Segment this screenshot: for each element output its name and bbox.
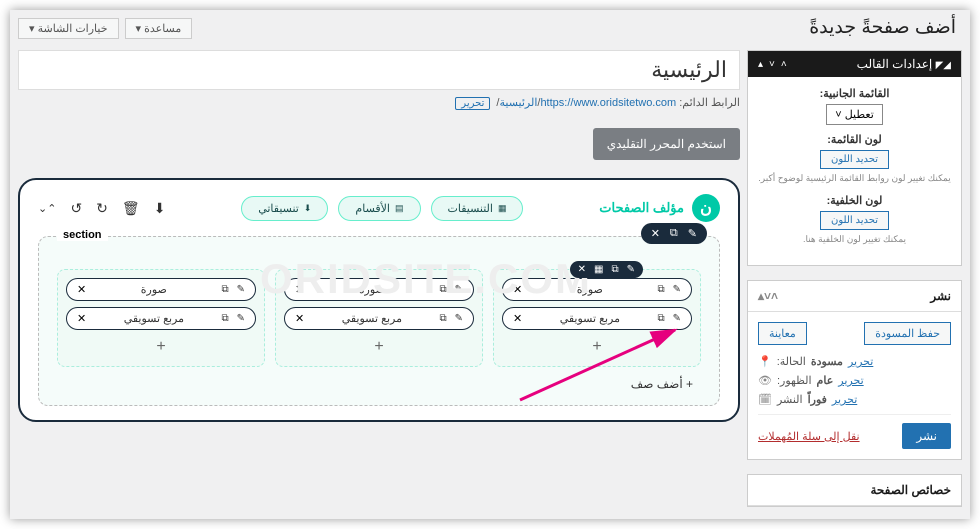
menu-color-label: لون القائمة:	[758, 133, 951, 146]
add-row-button[interactable]: + أضف صف	[57, 377, 701, 391]
section-close-icon[interactable]: ✕	[651, 227, 660, 240]
builder-section: section ✎ ⧉ ✕ ✎ ⧉ ▦ ✕ ✎⧉ صورة	[38, 236, 720, 406]
elem-edit-icon[interactable]: ✎	[455, 313, 463, 324]
panel-up-icon[interactable]: ˄	[781, 59, 787, 70]
section-copy-icon[interactable]: ⧉	[670, 227, 678, 240]
elem-edit-icon[interactable]: ✎	[237, 284, 245, 295]
row-copy-icon[interactable]: ⧉	[611, 264, 618, 275]
panel-title: ◢◤ إعدادات القالب	[857, 57, 951, 71]
page-title-input[interactable]	[18, 50, 740, 90]
section-edit-icon[interactable]: ✎	[688, 227, 697, 240]
screen-options-button[interactable]: خيارات الشاشة ▾	[18, 18, 119, 39]
tab-formats[interactable]: ▦التنسيقات	[431, 196, 524, 221]
builder-title: مؤلف الصفحات	[599, 200, 684, 216]
elem-close-icon[interactable]: ✕	[295, 283, 304, 296]
publish-panel: نشر ˄˅▴ حفظ المسودة معاينة تحرير مسودة ا…	[747, 280, 962, 460]
permalink-row: الرابط الدائم: https://www.oridsitetwo.c…	[18, 96, 740, 110]
classic-editor-button[interactable]: استخدم المحرر التقليدي	[593, 128, 740, 160]
menu-color-button[interactable]: تحديد اللون	[820, 150, 889, 169]
panel-toggle-icon[interactable]: ▴	[758, 59, 763, 70]
panel-down-icon[interactable]: ˅	[764, 289, 771, 303]
elem-close-icon[interactable]: ✕	[295, 312, 304, 325]
preview-button[interactable]: معاينة	[758, 322, 807, 345]
row-toolbar: ✎ ⧉ ▦ ✕	[570, 261, 643, 278]
publish-button[interactable]: نشر	[902, 423, 951, 449]
page-heading: أضف صفحةً جديدةً	[809, 16, 956, 39]
bg-color-label: لون الخلفية:	[758, 194, 951, 207]
calendar-icon: 🗓	[758, 393, 772, 406]
tab-my-formats[interactable]: ⬇تنسيقاتي	[241, 196, 328, 221]
bg-color-button[interactable]: تحديد اللون	[820, 211, 889, 230]
elem-copy-icon[interactable]: ⧉	[657, 284, 664, 295]
row-close-icon[interactable]: ✕	[578, 264, 586, 275]
elem-copy-icon[interactable]: ⧉	[221, 284, 228, 295]
eye-icon: 👁	[758, 374, 772, 387]
element-textbox[interactable]: ✎⧉ مربع تسويقي ✕	[502, 307, 692, 330]
element-image[interactable]: ✎⧉ صورة ✕	[284, 278, 474, 301]
builder-logo-icon: ن	[692, 194, 720, 222]
grid-icon: ▦	[498, 203, 507, 214]
panel-up-icon[interactable]: ˄	[771, 289, 778, 303]
elem-close-icon[interactable]: ✕	[77, 283, 86, 296]
page-attributes-panel: خصائص الصفحة	[747, 474, 962, 507]
hint-text: يمكنك تغيير لون روابط القائمة الرئيسية ل…	[758, 173, 951, 184]
permalink-label: الرابط الدائم:	[679, 97, 740, 109]
pin-icon: 📍	[758, 355, 772, 368]
undo-icon[interactable]: ↺	[70, 200, 82, 217]
elem-edit-icon[interactable]: ✎	[455, 284, 463, 295]
elem-close-icon[interactable]: ✕	[77, 312, 86, 325]
element-image[interactable]: ✎⧉ صورة ✕	[66, 278, 256, 301]
theme-settings-panel: ◢◤ إعدادات القالب ˄˅▴ القائمة الجانبية: …	[747, 50, 962, 266]
element-textbox[interactable]: ✎⧉ مربع تسويقي ✕	[284, 307, 474, 330]
builder-column: ✎⧉ صورة ✕ ✎⧉ مربع تسويقي ✕ +	[275, 269, 483, 367]
sidebar-select[interactable]: تعطيل ˅	[826, 104, 883, 125]
panel-title: خصائص الصفحة	[870, 483, 951, 497]
permalink-edit-button[interactable]: تحرير	[455, 97, 490, 110]
row-columns-icon[interactable]: ▦	[594, 264, 603, 275]
schedule-edit-link[interactable]: تحرير	[832, 393, 857, 406]
visibility-edit-link[interactable]: تحرير	[838, 374, 863, 387]
builder-column: ✎⧉ صورة ✕ ✎⧉ مربع تسويقي ✕ +	[493, 269, 701, 367]
builder-column: ✎⧉ صورة ✕ ✎⧉ مربع تسويقي ✕ +	[57, 269, 265, 367]
elem-edit-icon[interactable]: ✎	[237, 313, 245, 324]
elem-copy-icon[interactable]: ⧉	[439, 313, 446, 324]
section-label: section	[57, 229, 108, 241]
elem-copy-icon[interactable]: ⧉	[221, 313, 228, 324]
tab-sections[interactable]: ▤الأقسام	[338, 196, 420, 221]
add-element-button[interactable]: +	[66, 336, 256, 358]
save-draft-button[interactable]: حفظ المسودة	[864, 322, 951, 345]
sidebar-field-label: القائمة الجانبية:	[758, 87, 951, 100]
elem-copy-icon[interactable]: ⧉	[439, 284, 446, 295]
panel-down-icon[interactable]: ˅	[769, 59, 775, 70]
layers-icon: ▤	[395, 203, 404, 214]
download-icon[interactable]: ⬇	[154, 200, 166, 217]
save-icon: ⬇	[304, 203, 312, 214]
row-edit-icon[interactable]: ✎	[627, 264, 635, 275]
permalink-slug[interactable]: الرئيسية	[499, 97, 537, 109]
redo-icon[interactable]: ↻	[96, 200, 108, 217]
status-edit-link[interactable]: تحرير	[848, 355, 873, 368]
elem-close-icon[interactable]: ✕	[513, 283, 522, 296]
move-to-trash-link[interactable]: نقل إلى سلة المُهملات	[758, 430, 860, 443]
elem-edit-icon[interactable]: ✎	[673, 313, 681, 324]
panel-title: نشر	[930, 289, 951, 303]
element-image[interactable]: ✎⧉ صورة ✕	[502, 278, 692, 301]
elem-copy-icon[interactable]: ⧉	[657, 313, 664, 324]
trash-icon[interactable]: 🗑	[122, 200, 140, 217]
hint-text: يمكنك تغيير لون الخلفية هنا.	[758, 234, 951, 245]
add-element-button[interactable]: +	[284, 336, 474, 358]
help-button[interactable]: مساعدة ▾	[125, 18, 193, 39]
page-builder: ن مؤلف الصفحات ▦التنسيقات ▤الأقسام ⬇تنسي…	[18, 178, 740, 422]
elem-edit-icon[interactable]: ✎	[673, 284, 681, 295]
permalink-base[interactable]: https://www.oridsitetwo.com	[540, 97, 676, 109]
elem-close-icon[interactable]: ✕	[513, 312, 522, 325]
add-element-button[interactable]: +	[502, 336, 692, 358]
collapse-icon[interactable]: ⌃⌄	[38, 202, 56, 215]
element-textbox[interactable]: ✎⧉ مربع تسويقي ✕	[66, 307, 256, 330]
section-toolbar: ✎ ⧉ ✕	[641, 223, 707, 244]
